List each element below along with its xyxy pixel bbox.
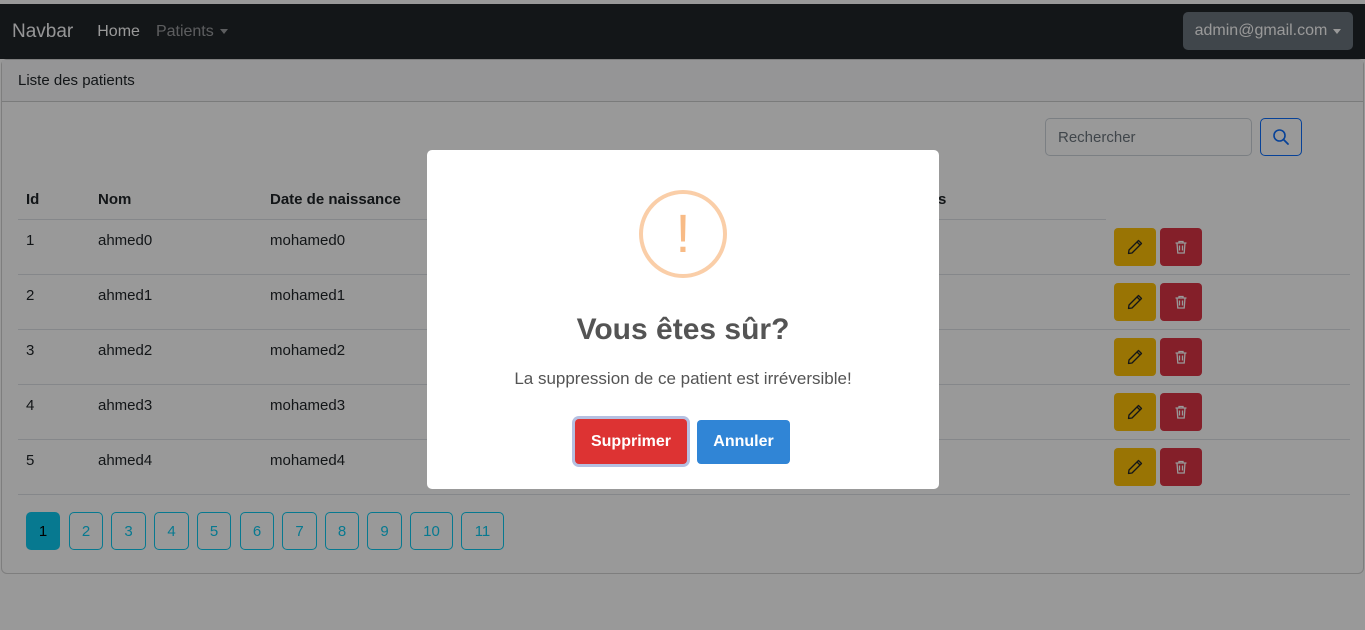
confirm-delete-button[interactable]: Supprimer	[575, 419, 687, 464]
cancel-button[interactable]: Annuler	[697, 420, 790, 464]
dialog-message: La suppression de ce patient est irréver…	[514, 369, 852, 388]
warning-icon: !	[639, 190, 727, 278]
confirm-delete-dialog: ! Vous êtes sûr? La suppression de ce pa…	[427, 150, 939, 489]
dialog-title: Vous êtes sûr?	[576, 313, 790, 346]
warning-symbol: !	[675, 204, 691, 264]
